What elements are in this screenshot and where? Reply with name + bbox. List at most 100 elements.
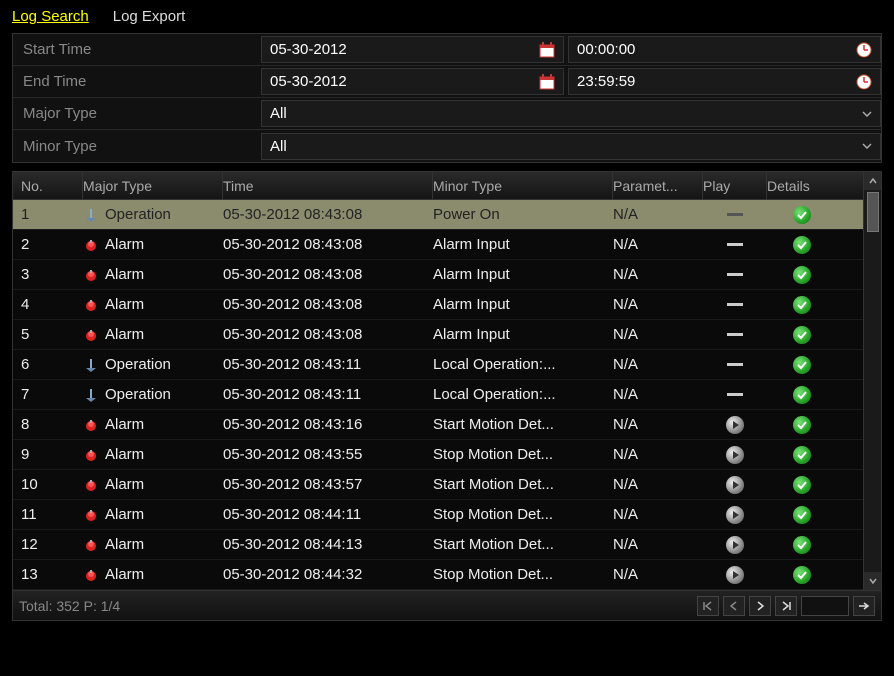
tab-log-export[interactable]: Log Export [113,8,186,25]
play-button[interactable] [726,446,744,464]
details-button[interactable] [793,476,811,494]
major-type-text: Alarm [105,236,144,253]
table-row[interactable]: 12Alarm05-30-2012 08:44:13Start Motion D… [13,530,881,560]
table-row[interactable]: 2Alarm05-30-2012 08:43:08Alarm InputN/A [13,230,881,260]
scroll-thumb[interactable] [867,192,879,232]
table-row[interactable]: 7Operation05-30-2012 08:43:11Local Opera… [13,380,881,410]
cell-play [703,416,767,434]
alarm-icon [83,537,99,553]
cell-no: 10 [13,476,83,493]
details-button[interactable] [793,386,811,404]
cell-minor: Alarm Input [433,236,613,253]
clock-icon[interactable] [856,42,872,58]
cell-no: 13 [13,566,83,583]
col-header-details[interactable]: Details [767,172,837,199]
play-button[interactable] [726,416,744,434]
alarm-icon [83,447,99,463]
alarm-icon [83,477,99,493]
cell-no: 8 [13,416,83,433]
play-button[interactable] [726,536,744,554]
start-time-value: 00:00:00 [577,41,635,58]
start-time-input[interactable]: 00:00:00 [568,36,881,63]
details-button[interactable] [793,416,811,434]
first-page-button[interactable] [697,596,719,616]
cell-param: N/A [613,266,703,283]
details-button[interactable] [793,266,811,284]
start-date-input[interactable]: 05-30-2012 [261,36,564,63]
details-button[interactable] [793,446,811,464]
table-row[interactable]: 13Alarm05-30-2012 08:44:32Stop Motion De… [13,560,881,590]
last-page-button[interactable] [775,596,797,616]
cell-param: N/A [613,236,703,253]
table-header: No. Major Type Time Minor Type Paramet..… [13,172,881,200]
col-header-no[interactable]: No. [13,172,83,199]
play-button[interactable] [726,566,744,584]
major-type-select[interactable]: All [261,100,881,127]
cell-no: 12 [13,536,83,553]
col-header-time[interactable]: Time [223,172,433,199]
end-date-input[interactable]: 05-30-2012 [261,68,564,95]
calendar-icon[interactable] [539,42,555,58]
play-button[interactable] [726,506,744,524]
play-unavailable-icon [727,273,743,276]
cell-details [767,446,837,464]
end-date-value: 05-30-2012 [270,73,347,90]
table-row[interactable]: 3Alarm05-30-2012 08:43:08Alarm InputN/A [13,260,881,290]
details-button[interactable] [793,236,811,254]
calendar-icon[interactable] [539,74,555,90]
cell-param: N/A [613,416,703,433]
cell-details [767,416,837,434]
prev-page-button[interactable] [723,596,745,616]
major-type-text: Alarm [105,326,144,343]
cell-param: N/A [613,536,703,553]
table-row[interactable]: 4Alarm05-30-2012 08:43:08Alarm InputN/A [13,290,881,320]
col-header-play[interactable]: Play [703,172,767,199]
cell-param: N/A [613,506,703,523]
major-type-value: All [270,105,287,122]
major-type-text: Alarm [105,446,144,463]
total-pages-text: Total: 352 P: 1/4 [19,598,120,614]
play-unavailable-icon [727,213,743,216]
details-button[interactable] [793,356,811,374]
table-row[interactable]: 1Operation05-30-2012 08:43:08Power OnN/A [13,200,881,230]
scroll-up-button[interactable] [864,172,881,190]
cell-details [767,236,837,254]
next-page-button[interactable] [749,596,771,616]
table-row[interactable]: 10Alarm05-30-2012 08:43:57Start Motion D… [13,470,881,500]
table-row[interactable]: 5Alarm05-30-2012 08:43:08Alarm InputN/A [13,320,881,350]
cell-details [767,206,837,224]
page-number-input[interactable] [801,596,849,616]
scroll-down-button[interactable] [864,572,881,590]
cell-param: N/A [613,476,703,493]
table-row[interactable]: 6Operation05-30-2012 08:43:11Local Opera… [13,350,881,380]
details-button[interactable] [793,536,811,554]
details-button[interactable] [793,296,811,314]
alarm-icon [83,327,99,343]
details-button[interactable] [793,206,811,224]
clock-icon[interactable] [856,74,872,90]
details-button[interactable] [793,506,811,524]
minor-type-select[interactable]: All [261,133,881,160]
major-type-text: Operation [105,356,171,373]
col-header-minor[interactable]: Minor Type [433,172,613,199]
cell-play [703,273,767,276]
end-time-input[interactable]: 23:59:59 [568,68,881,95]
tab-log-search[interactable]: Log Search [12,8,89,25]
cell-major: Alarm [83,326,223,343]
table-row[interactable]: 11Alarm05-30-2012 08:44:11Stop Motion De… [13,500,881,530]
table-row[interactable]: 9Alarm05-30-2012 08:43:55Stop Motion Det… [13,440,881,470]
major-type-text: Alarm [105,476,144,493]
cell-time: 05-30-2012 08:43:08 [223,296,433,313]
details-button[interactable] [793,566,811,584]
col-header-param[interactable]: Paramet... [613,172,703,199]
table-row[interactable]: 8Alarm05-30-2012 08:43:16Start Motion De… [13,410,881,440]
cell-major: Alarm [83,536,223,553]
tab-bar: Log Search Log Export [0,0,894,29]
cell-major: Alarm [83,566,223,583]
col-header-major[interactable]: Major Type [83,172,223,199]
cell-play [703,213,767,216]
details-button[interactable] [793,326,811,344]
go-page-button[interactable] [853,596,875,616]
play-button[interactable] [726,476,744,494]
vertical-scrollbar[interactable] [863,172,881,590]
